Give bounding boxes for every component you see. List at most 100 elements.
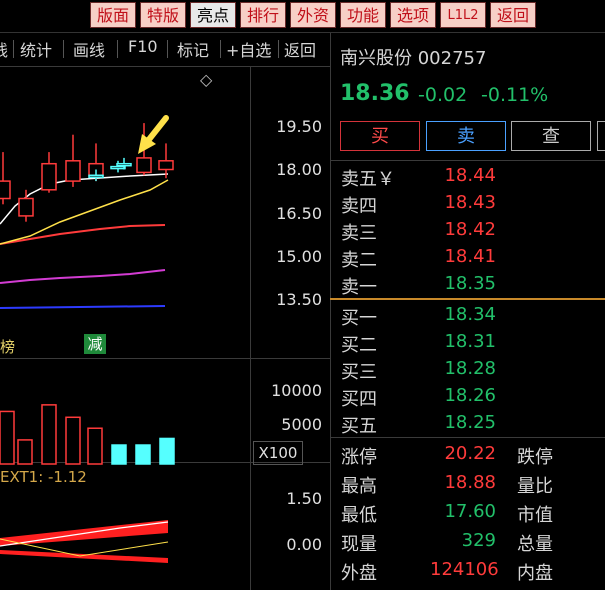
- candle-body: [88, 174, 104, 179]
- toolbar-separator: [167, 40, 168, 58]
- ask-label: 卖三: [341, 223, 377, 244]
- highlight-arrow-icon: [138, 115, 169, 154]
- price-change: -0.02: [418, 84, 468, 106]
- stat-label: 总量: [517, 534, 553, 555]
- tab-back[interactable]: 返回: [490, 2, 536, 28]
- volume-bar: [111, 444, 127, 465]
- orderbook-top-border: [330, 160, 605, 161]
- bid-label: 买三: [341, 362, 377, 383]
- ask-price: 18.41: [444, 246, 496, 267]
- tag-reduce: 减: [84, 334, 106, 354]
- volume-bar: [159, 437, 175, 465]
- volume-bar: [0, 410, 15, 465]
- toolbar-line[interactable]: 线: [0, 37, 8, 61]
- toolbar-top-border: [0, 32, 605, 33]
- ask-price: 18.42: [444, 219, 496, 240]
- ma-line-red: [0, 224, 166, 245]
- last-price: 18.36: [340, 81, 410, 106]
- more-button[interactable]: [597, 121, 605, 151]
- stats-top-border: [330, 437, 605, 438]
- volume-unit: X100: [253, 441, 303, 465]
- toolbar-separator: [278, 40, 279, 58]
- toolbar-back[interactable]: 返回: [284, 37, 316, 61]
- right-panel-border: [330, 33, 331, 590]
- kline-chart[interactable]: [0, 66, 330, 590]
- indicator-band-lower: [0, 550, 168, 563]
- ask-label: 卖五￥: [341, 169, 395, 190]
- toolbar-f10[interactable]: F10: [128, 37, 158, 56]
- price-tick: 13.50: [276, 290, 322, 309]
- volume-tick: 10000: [271, 381, 322, 400]
- toolbar-separator: [63, 40, 64, 58]
- stat-label: 最低: [341, 505, 377, 526]
- tab-l1l2[interactable]: L1L2: [440, 2, 486, 28]
- tab-functions[interactable]: 功能: [340, 2, 386, 28]
- candle-body: [0, 180, 11, 200]
- candle-body: [18, 197, 34, 217]
- volume-pane-border: [0, 358, 330, 359]
- bid-price: 18.34: [444, 304, 496, 325]
- stock-title: 南兴股份 002757: [340, 44, 486, 70]
- candle-body: [136, 157, 152, 174]
- price-tick: 15.00: [276, 247, 322, 266]
- ask-label: 卖二: [341, 250, 377, 271]
- bid-label: 买四: [341, 389, 377, 410]
- price-tick: 18.00: [276, 160, 322, 179]
- stat-label: 涨停: [341, 447, 377, 468]
- indicator-label: EXT1: -1.12: [0, 468, 87, 486]
- tab-special-layout[interactable]: 特版: [140, 2, 186, 28]
- buy-button[interactable]: 买: [340, 121, 420, 151]
- volume-bar: [17, 439, 33, 465]
- volume-tick: 5000: [281, 415, 322, 434]
- ma-line-blue: [0, 305, 166, 309]
- volume-bar: [65, 416, 81, 465]
- stat-value: 329: [461, 530, 496, 551]
- diamond-icon[interactable]: ◇: [200, 70, 212, 89]
- candle-body: [41, 162, 57, 191]
- tab-foreign-capital[interactable]: 外资: [290, 2, 336, 28]
- indicator-series: [0, 520, 169, 563]
- stat-value: 20.22: [444, 443, 496, 464]
- candle-body: [116, 162, 132, 167]
- stat-value: 18.88: [444, 472, 496, 493]
- moving-average-lines: [0, 173, 169, 309]
- bid-label: 买五: [341, 416, 377, 437]
- toolbar-separator: [117, 40, 118, 58]
- volume-series: [0, 404, 175, 465]
- bid-label: 买二: [341, 335, 377, 356]
- toolbar-separator: [220, 40, 221, 58]
- price-tick: 16.50: [276, 204, 322, 223]
- volume-bar: [41, 404, 57, 465]
- ask-label: 卖四: [341, 196, 377, 217]
- indicator-tick: 1.50: [286, 489, 322, 508]
- query-button[interactable]: 查: [511, 121, 591, 151]
- toolbar-separator: [13, 40, 14, 58]
- stat-value: 17.60: [444, 501, 496, 522]
- stat-label: 现量: [341, 534, 377, 555]
- tag-ranking: 榜: [0, 338, 16, 356]
- stat-value: 124106: [430, 559, 499, 580]
- tab-layout[interactable]: 版面: [90, 2, 136, 28]
- price-tick: 19.50: [276, 117, 322, 136]
- sell-button[interactable]: 卖: [426, 121, 506, 151]
- stock-name: 南兴股份: [340, 48, 412, 69]
- bid-price: 18.31: [444, 331, 496, 352]
- bid-price: 18.28: [444, 358, 496, 379]
- toolbar-add-watchlist[interactable]: +自选: [226, 37, 271, 61]
- toolbar-draw-line[interactable]: 画线: [73, 37, 105, 61]
- orderbook-divider: [330, 298, 605, 300]
- ma-line-magenta: [0, 269, 166, 284]
- ask-price: 18.43: [444, 192, 496, 213]
- stat-label: 量比: [517, 476, 553, 497]
- stat-label: 外盘: [341, 563, 377, 584]
- toolbar-mark[interactable]: 标记: [177, 37, 209, 61]
- toolbar-statistics[interactable]: 统计: [20, 37, 52, 61]
- candle-body: [65, 160, 81, 182]
- chart-top-border: [0, 66, 330, 67]
- stock-code: 002757: [417, 48, 487, 69]
- volume-bar: [87, 427, 103, 465]
- tab-options[interactable]: 选项: [390, 2, 436, 28]
- volume-bar: [135, 444, 151, 465]
- tab-highlights[interactable]: 亮点: [190, 2, 236, 28]
- tab-ranking[interactable]: 排行: [240, 2, 286, 28]
